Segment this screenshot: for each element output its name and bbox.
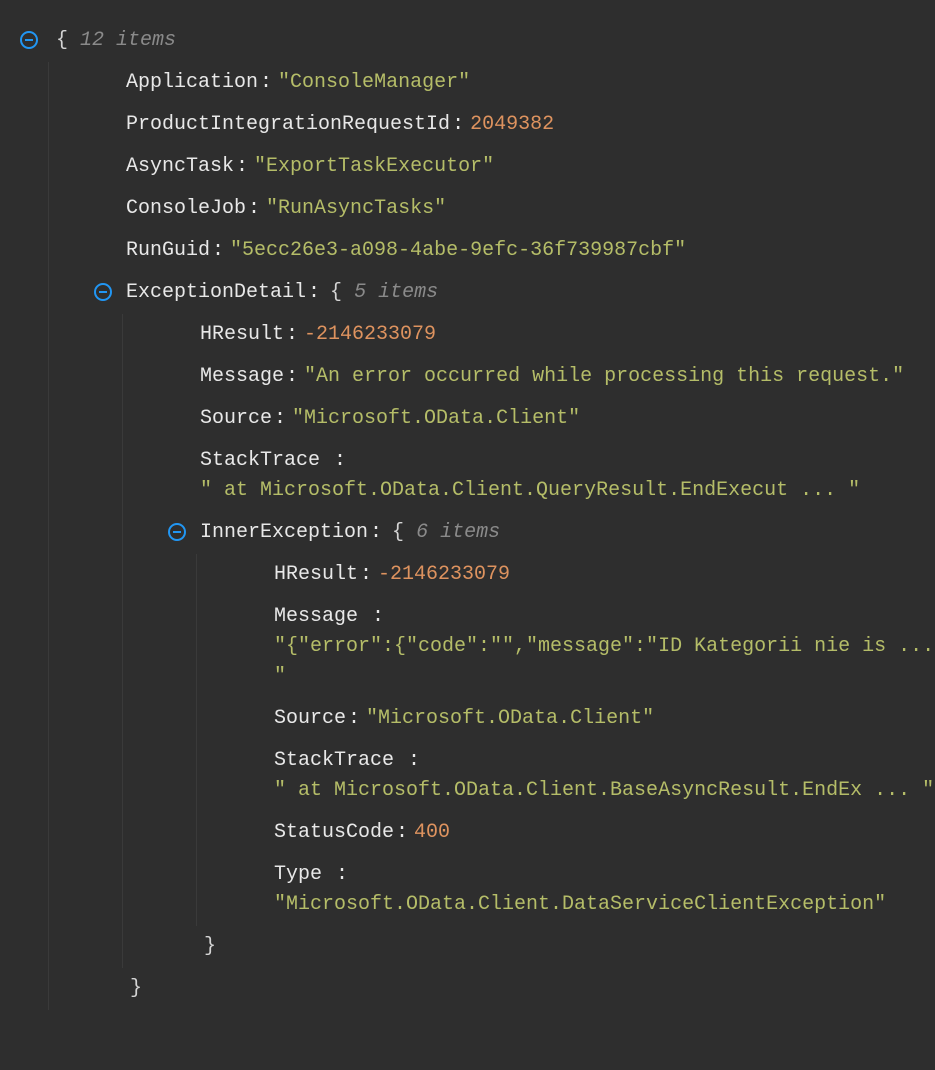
prop-inner-status-code[interactable]: StatusCode : 400 [221,812,935,854]
prop-product-integration-request-id[interactable]: ProductIntegrationRequestId : 2049382 [73,104,935,146]
key-label: StatusCode [274,818,394,848]
key-label: InnerException [200,518,368,548]
key-label: Source [274,704,346,734]
prop-stacktrace[interactable]: StackTrace : " at Microsoft.OData.Client… [147,440,935,512]
colon: : [248,194,260,224]
string-value: "ConsoleManager" [278,68,470,98]
prop-inner-type[interactable]: Type : "Microsoft.OData.Client.DataServi… [221,854,935,926]
brace-open: { [56,26,68,56]
root-children: Application : "ConsoleManager" ProductIn… [48,62,935,1010]
inner-exception-children: HResult : -2146233079 Message : "{"error… [196,554,935,926]
string-value: "RunAsyncTasks" [266,194,446,224]
key-label: ExceptionDetail [126,278,306,308]
prop-application[interactable]: Application : "ConsoleManager" [73,62,935,104]
key-label: HResult [274,560,358,590]
key-label: AsyncTask [126,152,234,182]
key-label: StackTrace [274,749,394,772]
key-label: Message [274,605,358,628]
exception-close: } [73,968,935,1010]
prop-inner-exception: InnerException : { 6 items [147,512,935,554]
number-value: -2146233079 [304,320,436,350]
number-value: 400 [414,818,450,848]
colon: : [274,404,286,434]
string-value: " at Microsoft.OData.Client.BaseAsyncRes… [274,776,935,806]
string-value: "Microsoft.OData.Client" [366,704,654,734]
key-label: RunGuid [126,236,210,266]
number-value: 2049382 [470,110,554,140]
key-label: ConsoleJob [126,194,246,224]
string-value: "5ecc26e3-a098-4abe-9efc-36f739987cbf" [230,236,686,266]
colon: : [396,818,408,848]
root-open-row: { 12 items [20,20,935,62]
item-count: 12 items [80,26,176,56]
key-label: Type [274,863,322,886]
key-label: HResult [200,320,284,350]
colon: : [336,863,348,886]
colon: : [348,704,360,734]
prop-message[interactable]: Message : "An error occurred while proce… [147,356,935,398]
prop-inner-source[interactable]: Source : "Microsoft.OData.Client" [221,698,935,740]
colon: : [236,152,248,182]
number-value: -2146233079 [378,560,510,590]
collapse-icon[interactable] [94,283,112,301]
colon: : [360,560,372,590]
colon: : [260,68,272,98]
colon: : [334,449,346,472]
item-count: 5 items [354,278,438,308]
collapse-icon[interactable] [168,523,186,541]
colon: : [372,605,384,628]
colon: : [308,278,320,308]
colon: : [286,362,298,392]
item-count: 6 items [416,518,500,548]
colon: : [286,320,298,350]
string-value: "{"error":{"code":"","message":"ID Kateg… [274,632,935,692]
colon: : [370,518,382,548]
prop-run-guid[interactable]: RunGuid : "5ecc26e3-a098-4abe-9efc-36f73… [73,230,935,272]
exception-children: HResult : -2146233079 Message : "An erro… [122,314,935,968]
prop-exception-detail: ExceptionDetail : { 5 items [73,272,935,314]
string-value: " at Microsoft.OData.Client.QueryResult.… [200,476,935,506]
string-value: "Microsoft.OData.Client.DataServiceClien… [274,890,935,920]
inner-exception-close: } [147,926,935,968]
key-label: Application [126,68,258,98]
key-label: Message [200,362,284,392]
prop-inner-hresult[interactable]: HResult : -2146233079 [221,554,935,596]
prop-console-job[interactable]: ConsoleJob : "RunAsyncTasks" [73,188,935,230]
colon: : [408,749,420,772]
prop-source[interactable]: Source : "Microsoft.OData.Client" [147,398,935,440]
prop-hresult[interactable]: HResult : -2146233079 [147,314,935,356]
collapse-icon[interactable] [20,31,38,49]
prop-inner-message[interactable]: Message : "{"error":{"code":"","message"… [221,596,935,698]
string-value: "ExportTaskExecutor" [254,152,494,182]
colon: : [452,110,464,140]
brace-close: } [204,932,216,962]
prop-async-task[interactable]: AsyncTask : "ExportTaskExecutor" [73,146,935,188]
brace-close: } [130,974,142,1004]
brace-open: { [330,278,342,308]
brace-open: { [392,518,404,548]
prop-inner-stacktrace[interactable]: StackTrace : " at Microsoft.OData.Client… [221,740,935,812]
key-label: Source [200,404,272,434]
key-label: ProductIntegrationRequestId [126,110,450,140]
string-value: "Microsoft.OData.Client" [292,404,580,434]
string-value: "An error occurred while processing this… [304,362,904,392]
key-label: StackTrace [200,449,320,472]
colon: : [212,236,224,266]
